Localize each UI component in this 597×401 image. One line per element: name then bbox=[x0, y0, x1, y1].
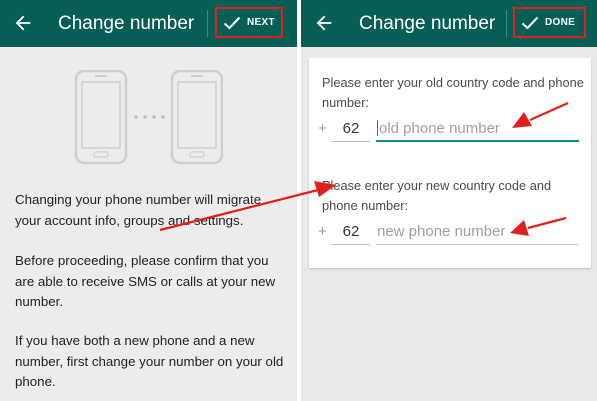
old-number-prompt: Please enter your old country code and p… bbox=[322, 75, 584, 110]
two-phones-icon bbox=[74, 70, 223, 165]
page-title: Change number bbox=[359, 13, 496, 34]
migrate-info-text: Changing your phone number will migrate … bbox=[15, 192, 262, 228]
new-phone-placeholder: new phone number bbox=[377, 223, 506, 240]
new-phone-number-input[interactable]: new phone number bbox=[376, 221, 579, 245]
toolbar-divider bbox=[207, 10, 208, 37]
next-button[interactable]: NEXT bbox=[215, 7, 283, 38]
arrow-left-icon[interactable] bbox=[313, 12, 335, 34]
app-bar: Change number NEXT bbox=[0, 0, 297, 47]
old-phone-first-text: If you have both a new phone and a new n… bbox=[15, 333, 284, 389]
old-phone-placeholder: old phone number bbox=[379, 120, 500, 137]
change-number-form-screen: Change number DONE Please enter your old… bbox=[301, 0, 597, 401]
old-country-code-input[interactable]: 62 bbox=[332, 118, 370, 142]
new-plus-sign: + bbox=[318, 223, 327, 240]
new-number-prompt: Please enter your new country code and p… bbox=[322, 178, 552, 213]
text-cursor bbox=[377, 120, 378, 136]
arrow-left-icon[interactable] bbox=[12, 12, 34, 34]
old-plus-sign: + bbox=[318, 120, 327, 137]
check-icon bbox=[521, 16, 539, 29]
confirm-sms-text: Before proceeding, please confirm that y… bbox=[15, 253, 276, 309]
next-button-label: NEXT bbox=[247, 17, 275, 28]
toolbar-divider bbox=[506, 10, 507, 37]
number-form-card: Please enter your old country code and p… bbox=[309, 58, 591, 268]
check-icon bbox=[223, 16, 241, 29]
app-bar: Change number DONE bbox=[301, 0, 597, 47]
page-title: Change number bbox=[58, 13, 195, 34]
done-button-label: DONE bbox=[545, 17, 576, 28]
old-phone-number-input[interactable]: old phone number bbox=[376, 118, 579, 142]
done-button[interactable]: DONE bbox=[513, 7, 586, 38]
new-country-code-input[interactable]: 62 bbox=[332, 221, 370, 245]
change-number-intro-screen: Change number NEXT Changing your phone n… bbox=[0, 0, 297, 401]
